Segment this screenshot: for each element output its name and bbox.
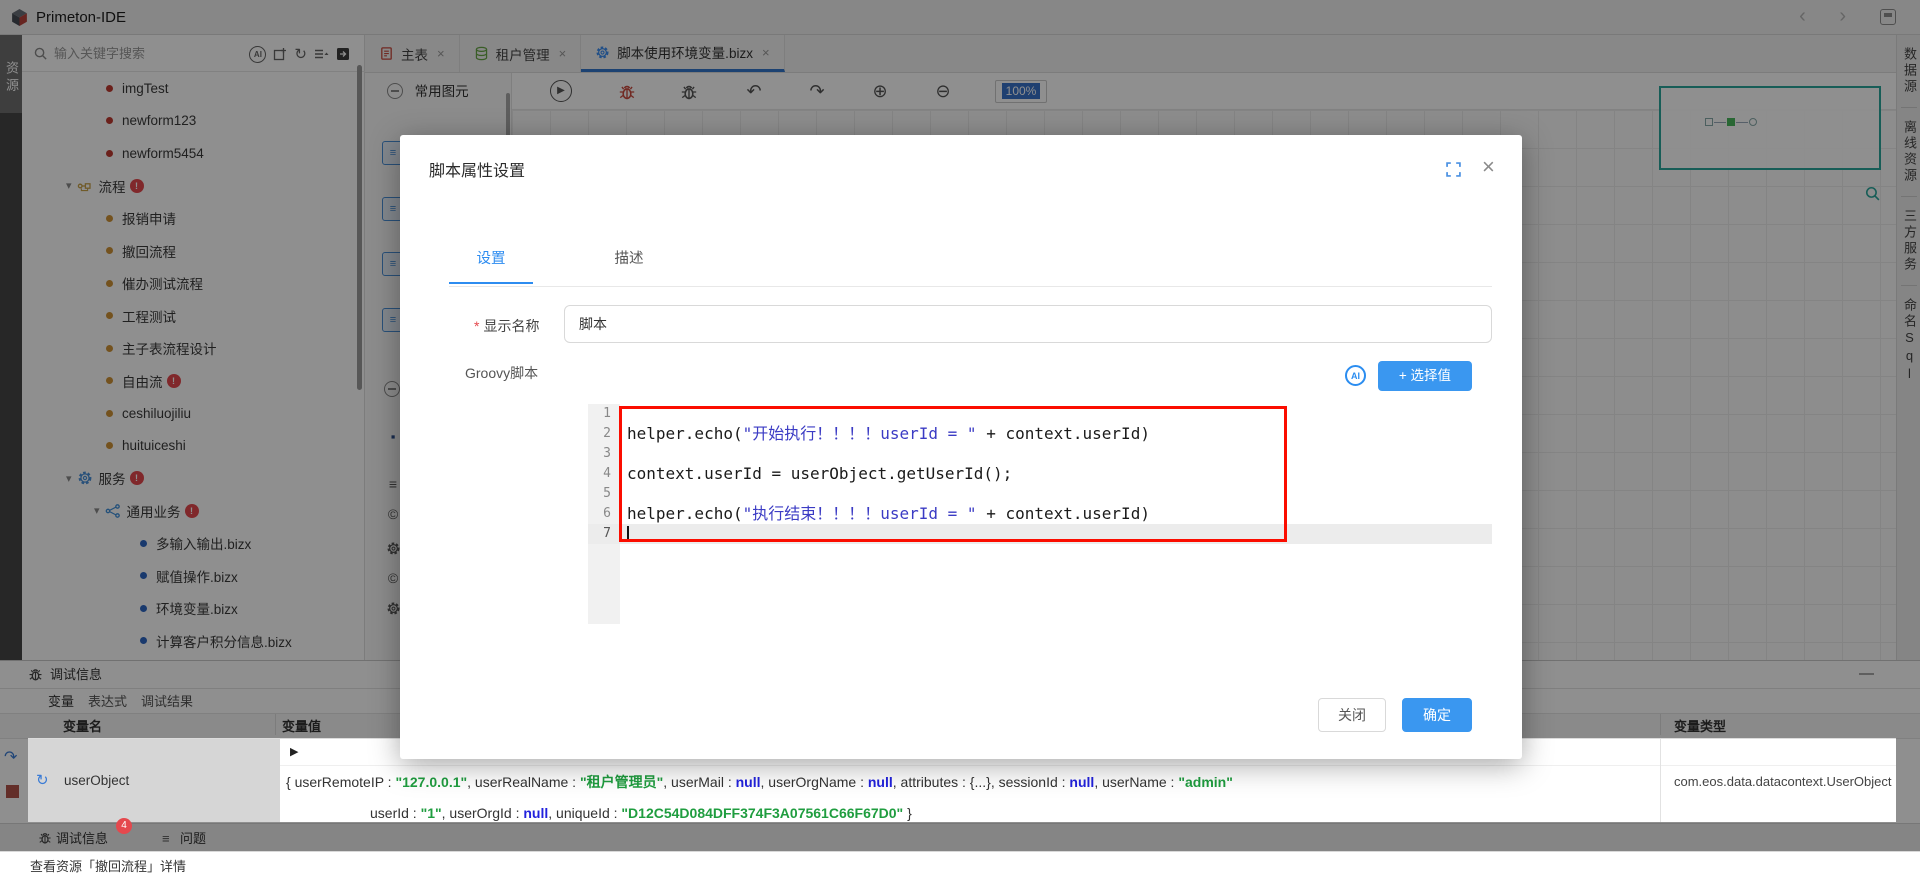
required-mark: *: [474, 318, 479, 334]
close-icon[interactable]: ×: [1482, 157, 1495, 177]
line-number: 1: [588, 404, 620, 424]
variable-value-line2: userId : "1", userOrgId : null, uniqueId…: [370, 798, 1896, 822]
dialog-tabs: 设置 描述: [449, 247, 725, 284]
line-number: 6: [588, 504, 620, 524]
line-number-gutter: 1234567: [588, 404, 620, 624]
value-segment: "D12C54D084DFF374F3A07561C66F67D0": [621, 805, 903, 821]
value-segment: , attributes : {...}, sessionId :: [893, 774, 1070, 790]
status-text: 查看资源「撤回流程」详情: [30, 852, 186, 880]
notification-badge: 4: [116, 818, 132, 834]
line-number: 5: [588, 484, 620, 504]
groovy-code-editor[interactable]: 1234567 helper.echo("开始执行！！！！userId = " …: [588, 404, 1492, 624]
value-segment: null: [1069, 774, 1094, 790]
dialog-title: 脚本属性设置: [429, 157, 525, 181]
value-segment: userId :: [370, 805, 421, 821]
value-segment: null: [523, 805, 548, 821]
close-button[interactable]: 关闭: [1318, 698, 1386, 732]
refresh-icon[interactable]: ↻: [36, 771, 49, 789]
value-segment: "admin": [1178, 774, 1233, 790]
ok-button[interactable]: 确定: [1402, 698, 1472, 732]
value-segment: , userName :: [1094, 774, 1178, 790]
variable-name: userObject: [64, 767, 274, 795]
variable-value-line1: { userRemoteIP : "127.0.0.1", userRealNa…: [286, 766, 1896, 798]
line-number: 7: [588, 524, 620, 544]
value-segment: "127.0.0.1": [395, 774, 467, 790]
display-name-input[interactable]: 脚本: [564, 305, 1492, 343]
groovy-script-label: Groovy脚本: [465, 363, 538, 383]
dialog-tab-description[interactable]: 描述: [587, 247, 671, 284]
divider: [449, 286, 1492, 287]
value-segment: { userRemoteIP :: [286, 774, 395, 790]
variable-type: com.eos.data.datacontext.UserObject: [1674, 766, 1892, 798]
expander-icon[interactable]: ▶: [290, 745, 298, 758]
status-bar: 查看资源「撤回流程」详情: [0, 851, 1920, 880]
ai-generate-icon[interactable]: AI: [1345, 365, 1366, 386]
line-number: 4: [588, 464, 620, 484]
value-segment: , userMail :: [663, 774, 735, 790]
value-segment: , userOrgName :: [761, 774, 868, 790]
select-value-button[interactable]: + 选择值: [1378, 361, 1472, 391]
value-segment: }: [903, 805, 912, 821]
value-segment: , userOrgId :: [442, 805, 524, 821]
maximize-icon[interactable]: [1446, 162, 1461, 177]
display-name-label: *显示名称: [474, 307, 539, 345]
dialog-tab-settings[interactable]: 设置: [449, 247, 533, 284]
primeton-ide-window: Primeton-IDE ‹ › 资源 输入关键字搜索 AI ↻ imgTest…: [0, 0, 1920, 880]
value-segment: , uniqueId :: [548, 805, 621, 821]
value-segment: null: [736, 774, 761, 790]
code-highlight-box: [619, 406, 1287, 542]
value-segment: "1": [421, 805, 442, 821]
line-number: 3: [588, 444, 620, 464]
divider: [1660, 739, 1661, 822]
line-number: 2: [588, 424, 620, 444]
value-segment: "租户管理员": [580, 774, 663, 790]
value-segment: null: [868, 774, 893, 790]
variable-name-cell[interactable]: ↻ userObject: [28, 739, 280, 822]
script-properties-dialog: 脚本属性设置 × 设置 描述 *显示名称 脚本 Groovy脚本 AI + 选择…: [400, 135, 1522, 759]
value-segment: , userRealName :: [467, 774, 580, 790]
